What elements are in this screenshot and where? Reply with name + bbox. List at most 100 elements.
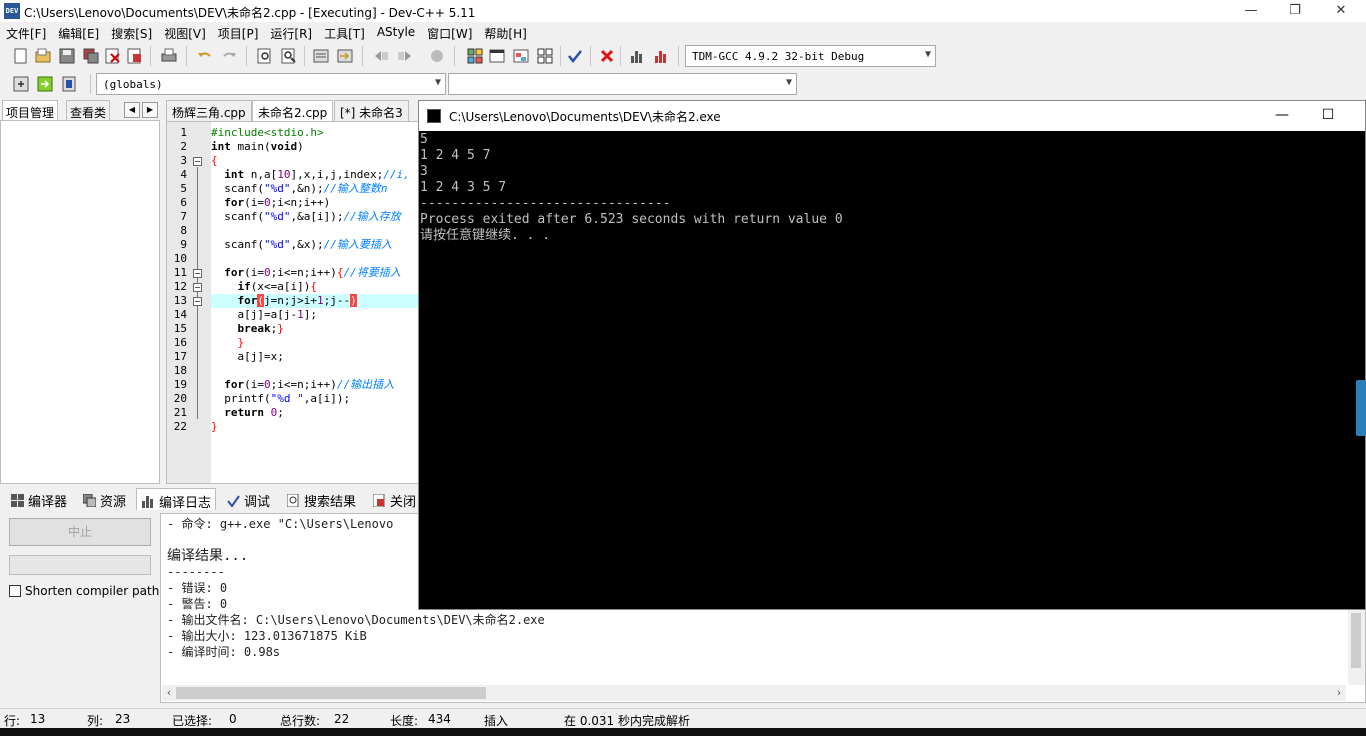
line-number: 12 [173,280,187,293]
code-line-14: a[j]=a[j-1]; [211,308,317,321]
fold-toggle-icon[interactable]: − [193,269,202,278]
menu-help[interactable]: 帮助[H] [478,22,532,42]
tab-class-browser[interactable]: 查看类 [66,100,111,120]
compile-icon[interactable] [466,47,484,65]
unindent-icon[interactable] [372,47,390,65]
function-select[interactable]: ▼ [448,73,797,95]
close-file-icon[interactable] [104,47,122,65]
tab-scroll-right-icon[interactable]: ▶ [142,102,158,118]
line-number: 19 [173,378,187,391]
console-window[interactable]: C:\Users\Lenovo\Documents\DEV\未命名2.exe —… [418,100,1366,610]
open-file-icon[interactable] [34,47,52,65]
save-icon[interactable] [58,47,76,65]
log-line: - 警告: 0 [167,597,228,611]
project-tree-panel[interactable] [0,120,160,484]
bottom-panel-tabs: 编译器 资源 编译日志 调试 搜索结果 关闭 [0,488,420,511]
stop-compile-button[interactable]: 中止 [9,518,151,546]
restore-button[interactable]: ❐ [1272,0,1318,22]
tab-compile-log[interactable]: 编译日志 [136,488,217,511]
chevron-down-icon: ▼ [785,77,792,88]
scope-select-value: (globals) [103,78,163,91]
find-icon[interactable] [256,47,274,65]
shorten-paths-label: Shorten compiler paths [25,584,166,598]
new-file-icon[interactable] [12,47,30,65]
compile-run-icon[interactable] [512,47,530,65]
rebuild-icon[interactable] [536,47,554,65]
scrollbar-thumb[interactable] [1351,613,1361,668]
undo-icon[interactable] [196,47,214,65]
shorten-paths-row[interactable]: Shorten compiler paths [9,584,166,598]
console-output[interactable]: 5 1 2 4 5 7 3 1 2 4 3 5 7 --------------… [419,131,1365,609]
line-number: 11 [173,266,187,279]
close-all-icon[interactable] [126,47,144,65]
menu-file[interactable]: 文件[F] [0,22,52,42]
replace-icon[interactable] [280,47,298,65]
fold-toggle-icon[interactable]: − [193,297,202,306]
profile-icon[interactable] [652,47,670,65]
tab-project-manager[interactable]: 项目管理 [2,100,59,120]
menu-view[interactable]: 视图[V] [158,22,212,42]
menu-edit[interactable]: 编辑[E] [52,22,105,42]
menu-window[interactable]: 窗口[W] [421,22,478,42]
tab-file-untitled3[interactable]: [*] 未命名3 [334,100,409,121]
toggle-bookmark-icon[interactable] [36,75,54,93]
goto-bookmark-icon[interactable] [60,75,78,93]
editor-tabs: 杨辉三角.cpp 未命名2.cpp [*] 未命名3 [166,100,426,121]
insert-icon[interactable] [12,75,30,93]
code-line-15: break;} [237,322,284,335]
line-number: 9 [180,238,187,251]
indent-icon[interactable] [396,47,414,65]
main-toolbar: TDM-GCC 4.9.2 32-bit Debug ▼ [0,42,1366,70]
stop-execution-icon[interactable] [598,47,616,65]
toggle-comment-icon[interactable] [428,47,446,65]
side-edge-handle[interactable] [1356,380,1366,436]
save-all-icon[interactable] [82,47,100,65]
menu-bar: 文件[F] 编辑[E] 搜索[S] 视图[V] 项目[P] 运行[R] 工具[T… [0,22,1366,42]
scope-select[interactable]: (globals) ▼ [96,73,446,95]
redo-icon[interactable] [220,47,238,65]
tab-compiler[interactable]: 编译器 [6,488,71,510]
status-parse-info: 在 0.031 秒内完成解析 [564,714,690,728]
menu-search[interactable]: 搜索[S] [105,22,158,42]
fold-toggle-icon[interactable]: − [193,283,202,292]
tab-resources[interactable]: 资源 [78,488,130,510]
tab-search-results[interactable]: 搜索结果 [282,488,360,510]
menu-project[interactable]: 项目[P] [212,22,265,42]
log-line: - 输出大小: 123.013671875 KiB [167,629,367,643]
run-icon[interactable] [488,47,506,65]
scrollbar-thumb[interactable] [176,687,486,699]
tab-close[interactable]: 关闭 [368,488,420,510]
menu-astyle[interactable]: AStyle [371,22,421,42]
print-icon[interactable] [160,47,178,65]
code-editor[interactable]: 1 2 3 4 5 6 7 8 9 10 11 12 13 14 15 16 1… [166,121,420,484]
search-icon [286,494,300,508]
taskbar-strip [0,728,1366,736]
goto-line-icon[interactable] [312,47,330,65]
tab-resources-label: 资源 [100,495,127,510]
tab-compile-log-label: 编译日志 [159,495,212,511]
code-text-area[interactable]: #include<stdio.h> int main(void) { int n… [211,122,419,483]
status-row-label: 行: [4,714,21,728]
menu-run[interactable]: 运行[R] [264,22,318,42]
scroll-left-icon[interactable]: ‹ [162,685,176,701]
scroll-right-icon[interactable]: › [1332,685,1346,701]
chart-icon[interactable] [628,47,646,65]
tab-file-yanghui[interactable]: 杨辉三角.cpp [166,100,252,121]
console-maximize-button[interactable]: ☐ [1305,101,1351,131]
tab-debug[interactable]: 调试 [222,488,274,510]
console-titlebar[interactable]: C:\Users\Lenovo\Documents\DEV\未命名2.exe —… [419,101,1365,131]
syntax-check-icon[interactable] [566,47,584,65]
compiler-select[interactable]: TDM-GCC 4.9.2 32-bit Debug ▼ [685,45,936,67]
tab-file-untitled2[interactable]: 未命名2.cpp [252,100,334,121]
fold-toggle-icon[interactable]: − [193,157,202,166]
minimize-button[interactable]: — [1228,0,1274,22]
tab-scroll-left-icon[interactable]: ◀ [124,102,140,118]
menu-tools[interactable]: 工具[T] [318,22,371,42]
log-horizontal-scrollbar[interactable]: ‹ › [162,685,1346,701]
goto-function-icon[interactable] [336,47,354,65]
console-minimize-button[interactable]: — [1259,101,1305,131]
close-button[interactable]: ✕ [1318,0,1364,22]
shorten-paths-checkbox[interactable] [9,585,21,597]
